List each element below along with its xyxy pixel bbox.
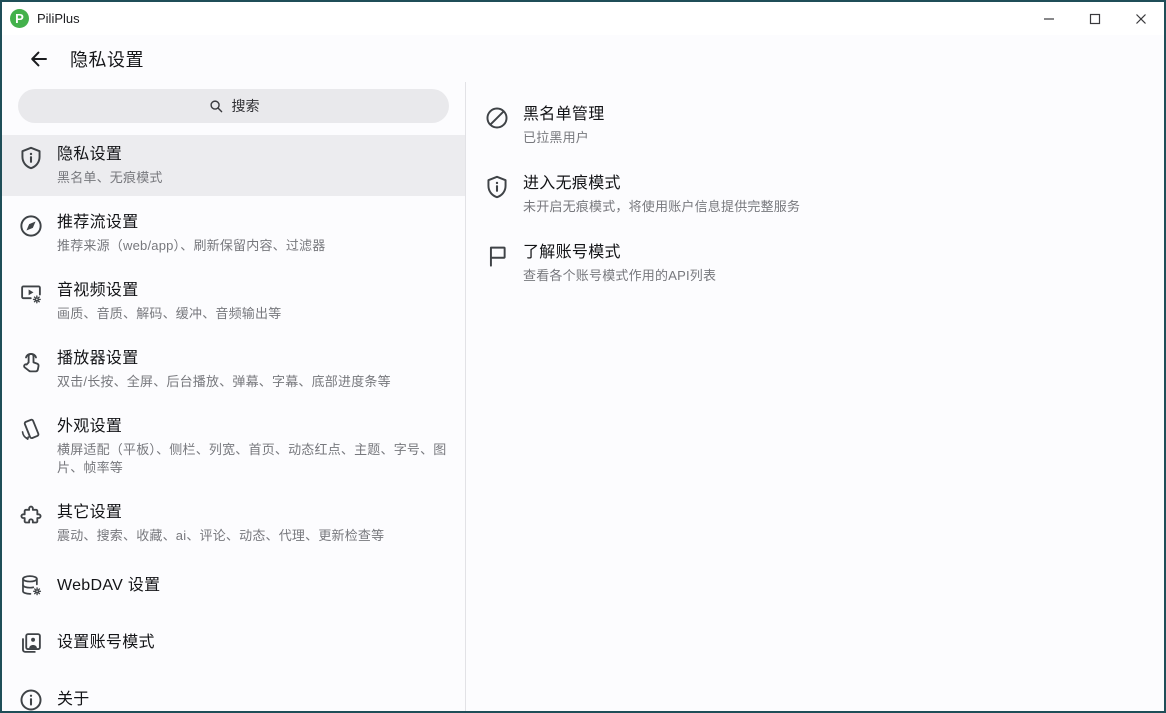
sidebar-item[interactable]: 播放器设置 双击/长按、全屏、后台播放、弹幕、字幕、底部进度条等 bbox=[2, 339, 465, 400]
item-subtitle: 查看各个账号模式作用的API列表 bbox=[523, 267, 716, 285]
detail-item[interactable]: 黑名单管理 已拉黑用户 bbox=[466, 95, 1164, 156]
puzzle-icon bbox=[18, 503, 44, 529]
sidebar-item[interactable]: 设置账号模式 bbox=[2, 618, 465, 668]
info-icon bbox=[18, 687, 44, 711]
content-area: 搜索 隐私设置 黑名单、无痕模式 推荐流设置 推荐来源（web/app）、刷新保… bbox=[2, 82, 1164, 711]
sidebar-item[interactable]: 关于 bbox=[2, 675, 465, 711]
screen-rotation-icon bbox=[18, 417, 44, 443]
detail-panel: 黑名单管理 已拉黑用户 进入无痕模式 未开启无痕模式，将使用账户信息提供完整服务… bbox=[466, 82, 1164, 711]
item-title: 进入无痕模式 bbox=[523, 173, 800, 195]
sidebar-item[interactable]: 其它设置 震动、搜索、收藏、ai、评论、动态、代理、更新检查等 bbox=[2, 493, 465, 554]
item-title: 关于 bbox=[57, 689, 90, 711]
sidebar-item[interactable]: 隐私设置 黑名单、无痕模式 bbox=[2, 135, 465, 196]
title-bar: P PiliPlus bbox=[2, 2, 1164, 35]
item-subtitle: 双击/长按、全屏、后台播放、弹幕、字幕、底部进度条等 bbox=[57, 373, 391, 391]
sidebar-item[interactable]: 音视频设置 画质、音质、解码、缓冲、音频输出等 bbox=[2, 271, 465, 332]
maximize-button[interactable] bbox=[1072, 2, 1118, 35]
item-subtitle: 已拉黑用户 bbox=[523, 129, 605, 147]
page-header: 隐私设置 bbox=[2, 35, 1164, 82]
detail-list: 黑名单管理 已拉黑用户 进入无痕模式 未开启无痕模式，将使用账户信息提供完整服务… bbox=[466, 95, 1164, 294]
sidebar-item[interactable]: 推荐流设置 推荐来源（web/app）、刷新保留内容、过滤器 bbox=[2, 203, 465, 264]
item-title: 播放器设置 bbox=[57, 348, 391, 370]
minimize-button[interactable] bbox=[1026, 2, 1072, 35]
maximize-icon bbox=[1089, 13, 1101, 25]
touch-gesture-icon bbox=[18, 349, 44, 375]
item-title: 音视频设置 bbox=[57, 280, 281, 302]
settings-sidebar: 搜索 隐私设置 黑名单、无痕模式 推荐流设置 推荐来源（web/app）、刷新保… bbox=[2, 82, 466, 711]
search-icon bbox=[208, 98, 225, 115]
item-subtitle: 震动、搜索、收藏、ai、评论、动态、代理、更新检查等 bbox=[57, 527, 384, 545]
app-window: P PiliPlus 隐私设置 搜索 bbox=[0, 0, 1166, 713]
privacy-shield-icon bbox=[484, 174, 510, 200]
item-subtitle: 横屏适配（平板）、侧栏、列宽、首页、动态红点、主题、字号、图片、帧率等 bbox=[57, 441, 449, 477]
window-controls bbox=[1026, 2, 1164, 35]
sidebar-item[interactable]: 外观设置 横屏适配（平板）、侧栏、列宽、首页、动态红点、主题、字号、图片、帧率等 bbox=[2, 407, 465, 486]
flag-icon bbox=[484, 243, 510, 269]
detail-item[interactable]: 进入无痕模式 未开启无痕模式，将使用账户信息提供完整服务 bbox=[466, 164, 1164, 225]
back-button[interactable] bbox=[22, 42, 56, 76]
item-title: 隐私设置 bbox=[57, 144, 163, 166]
privacy-shield-icon bbox=[18, 145, 44, 171]
item-title: 推荐流设置 bbox=[57, 212, 325, 234]
search-placeholder: 搜索 bbox=[232, 96, 260, 116]
item-subtitle: 推荐来源（web/app）、刷新保留内容、过滤器 bbox=[57, 237, 325, 255]
minimize-icon bbox=[1043, 13, 1055, 25]
item-title: 设置账号模式 bbox=[57, 632, 155, 654]
item-subtitle: 黑名单、无痕模式 bbox=[57, 169, 163, 187]
app-title: PiliPlus bbox=[37, 11, 80, 26]
compass-icon bbox=[18, 213, 44, 239]
close-button[interactable] bbox=[1118, 2, 1164, 35]
item-title: WebDAV 设置 bbox=[57, 575, 160, 597]
item-subtitle: 画质、音质、解码、缓冲、音频输出等 bbox=[57, 305, 281, 323]
sidebar-list: 隐私设置 黑名单、无痕模式 推荐流设置 推荐来源（web/app）、刷新保留内容… bbox=[2, 135, 465, 711]
sidebar-item[interactable]: WebDAV 设置 bbox=[2, 561, 465, 611]
search-input[interactable]: 搜索 bbox=[18, 89, 449, 123]
detail-item[interactable]: 了解账号模式 查看各个账号模式作用的API列表 bbox=[466, 233, 1164, 294]
close-icon bbox=[1135, 13, 1147, 25]
page-title: 隐私设置 bbox=[70, 46, 144, 72]
logo-letter: P bbox=[15, 11, 24, 26]
item-title: 了解账号模式 bbox=[523, 242, 716, 264]
webdav-database-icon bbox=[18, 573, 44, 599]
item-title: 其它设置 bbox=[57, 502, 384, 524]
back-arrow-icon bbox=[28, 48, 50, 70]
account-card-icon bbox=[18, 630, 44, 656]
item-subtitle: 未开启无痕模式，将使用账户信息提供完整服务 bbox=[523, 198, 800, 216]
item-title: 外观设置 bbox=[57, 416, 449, 438]
video-settings-icon bbox=[18, 281, 44, 307]
app-logo-icon: P bbox=[10, 9, 29, 28]
item-title: 黑名单管理 bbox=[523, 104, 605, 126]
block-icon bbox=[484, 105, 510, 131]
